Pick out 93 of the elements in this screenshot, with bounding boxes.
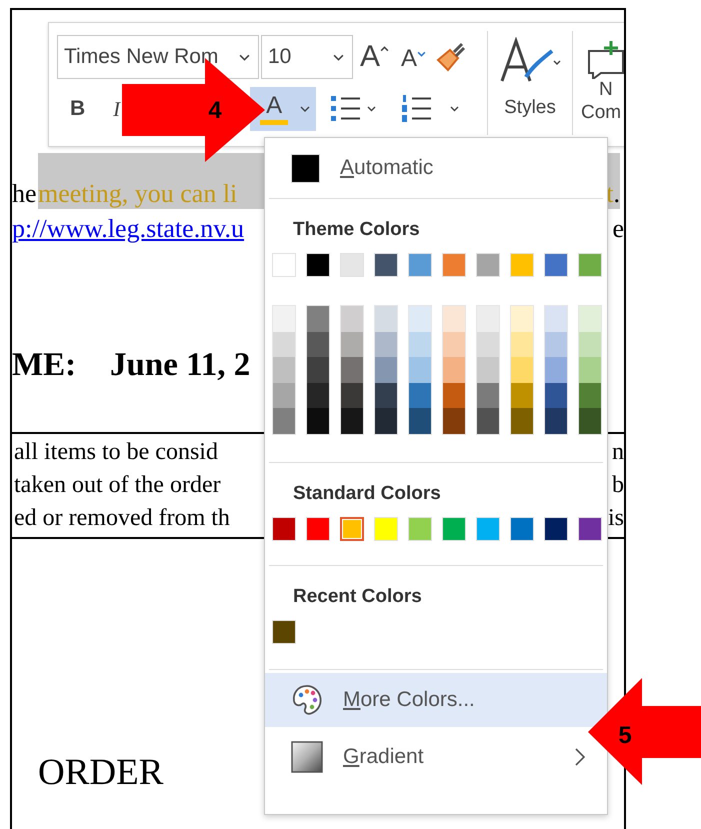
color-swatch[interactable] xyxy=(409,306,431,332)
styles-button[interactable]: Styles xyxy=(488,35,572,146)
color-swatch[interactable] xyxy=(307,306,329,332)
numbering-icon[interactable] xyxy=(401,94,462,124)
section-heading: Theme Colors xyxy=(292,219,421,242)
chevron-down-icon xyxy=(300,106,310,112)
shrink-font-button[interactable]: A xyxy=(401,45,426,73)
color-swatch[interactable] xyxy=(511,357,533,383)
color-swatch[interactable] xyxy=(477,306,499,332)
step-number: 5 xyxy=(617,721,633,751)
color-swatch[interactable] xyxy=(477,332,499,358)
font-color-button[interactable]: A xyxy=(250,87,316,131)
color-swatch[interactable] xyxy=(307,332,329,358)
gradient-icon xyxy=(291,740,323,773)
color-swatch[interactable] xyxy=(545,357,567,383)
color-swatch[interactable] xyxy=(341,408,363,434)
font-size-dropdown[interactable]: 10 xyxy=(261,35,353,79)
color-swatch[interactable] xyxy=(545,408,567,434)
color-swatch[interactable] xyxy=(579,408,601,434)
color-swatch[interactable] xyxy=(579,332,601,358)
color-swatch[interactable] xyxy=(375,408,397,434)
color-swatch[interactable] xyxy=(477,408,499,434)
color-swatch[interactable] xyxy=(340,516,364,541)
chevron-down-icon xyxy=(333,54,344,60)
color-swatch[interactable] xyxy=(545,306,567,332)
italic-button[interactable]: I xyxy=(113,96,120,122)
highlighted-text: meeting, you can li xyxy=(38,179,238,209)
color-swatch[interactable] xyxy=(579,357,601,383)
document-text: n xyxy=(612,439,624,466)
color-swatch[interactable] xyxy=(409,382,431,408)
color-swatch[interactable] xyxy=(443,382,465,408)
color-swatch[interactable] xyxy=(409,357,431,383)
color-swatch[interactable] xyxy=(375,306,397,332)
more-colors-item[interactable]: More Colors... xyxy=(265,672,607,727)
color-swatch[interactable] xyxy=(375,332,397,358)
step-number: 4 xyxy=(207,96,223,126)
color-swatch[interactable] xyxy=(477,357,499,383)
document-heading: ORDER xyxy=(38,751,164,794)
document-text: he xyxy=(12,179,38,209)
color-swatch[interactable] xyxy=(307,382,329,408)
document-text: ed or removed from th xyxy=(14,505,230,532)
font-name-dropdown[interactable]: Times New Rom xyxy=(57,35,259,79)
section-heading: Recent Colors xyxy=(292,586,423,609)
color-swatch[interactable] xyxy=(511,306,533,332)
date-label: ME: xyxy=(12,346,78,384)
chevron-down-icon xyxy=(239,54,250,60)
color-swatch[interactable] xyxy=(579,382,601,408)
section-heading: Standard Colors xyxy=(292,482,442,506)
color-swatch[interactable] xyxy=(341,332,363,358)
color-swatch[interactable] xyxy=(409,332,431,358)
color-swatch[interactable] xyxy=(273,332,295,358)
new-comment-button[interactable]: N Com xyxy=(573,35,624,146)
document-text: e xyxy=(612,214,624,244)
color-swatch[interactable] xyxy=(273,306,295,332)
color-swatch[interactable] xyxy=(511,382,533,408)
color-swatch[interactable] xyxy=(307,408,329,434)
color-swatch[interactable] xyxy=(443,408,465,434)
document-text: is xyxy=(608,505,624,532)
web-link[interactable]: p://www.leg.state.nv.u xyxy=(12,214,244,244)
color-swatch[interactable] xyxy=(545,332,567,358)
document-text: all items to be consid xyxy=(14,439,218,466)
grow-font-button[interactable]: A xyxy=(360,40,390,74)
color-swatch[interactable] xyxy=(307,357,329,383)
color-swatch[interactable] xyxy=(443,357,465,383)
color-swatch[interactable] xyxy=(273,408,295,434)
color-swatch[interactable] xyxy=(443,332,465,358)
color-swatch[interactable] xyxy=(375,357,397,383)
color-swatch[interactable] xyxy=(511,408,533,434)
caret-down-icon xyxy=(417,51,426,57)
styles-brush-icon xyxy=(498,37,562,83)
bullets-icon[interactable] xyxy=(330,94,376,124)
palette-icon xyxy=(291,684,323,716)
color-swatch[interactable] xyxy=(579,306,601,332)
chevron-right-icon xyxy=(575,748,585,766)
color-swatch[interactable] xyxy=(273,357,295,383)
automatic-color-item[interactable]: Automatic xyxy=(265,145,607,191)
document-text: b xyxy=(612,472,624,499)
color-swatch[interactable] xyxy=(341,357,363,383)
color-swatch[interactable] xyxy=(443,306,465,332)
bold-button[interactable]: B xyxy=(70,97,86,121)
color-swatch[interactable] xyxy=(341,306,363,332)
color-swatch[interactable] xyxy=(375,382,397,408)
highlighted-text-end: t. xyxy=(606,179,620,209)
document-text: taken out of the order xyxy=(14,472,221,499)
date-value: June 11, 2 xyxy=(110,346,250,384)
color-swatch[interactable] xyxy=(511,332,533,358)
color-swatch[interactable] xyxy=(409,408,431,434)
caret-up-icon xyxy=(380,46,390,52)
color-swatch[interactable] xyxy=(545,382,567,408)
gradient-item[interactable]: Gradient xyxy=(265,730,607,784)
color-swatch[interactable] xyxy=(341,382,363,408)
color-swatch[interactable] xyxy=(477,382,499,408)
color-swatch[interactable] xyxy=(273,382,295,408)
